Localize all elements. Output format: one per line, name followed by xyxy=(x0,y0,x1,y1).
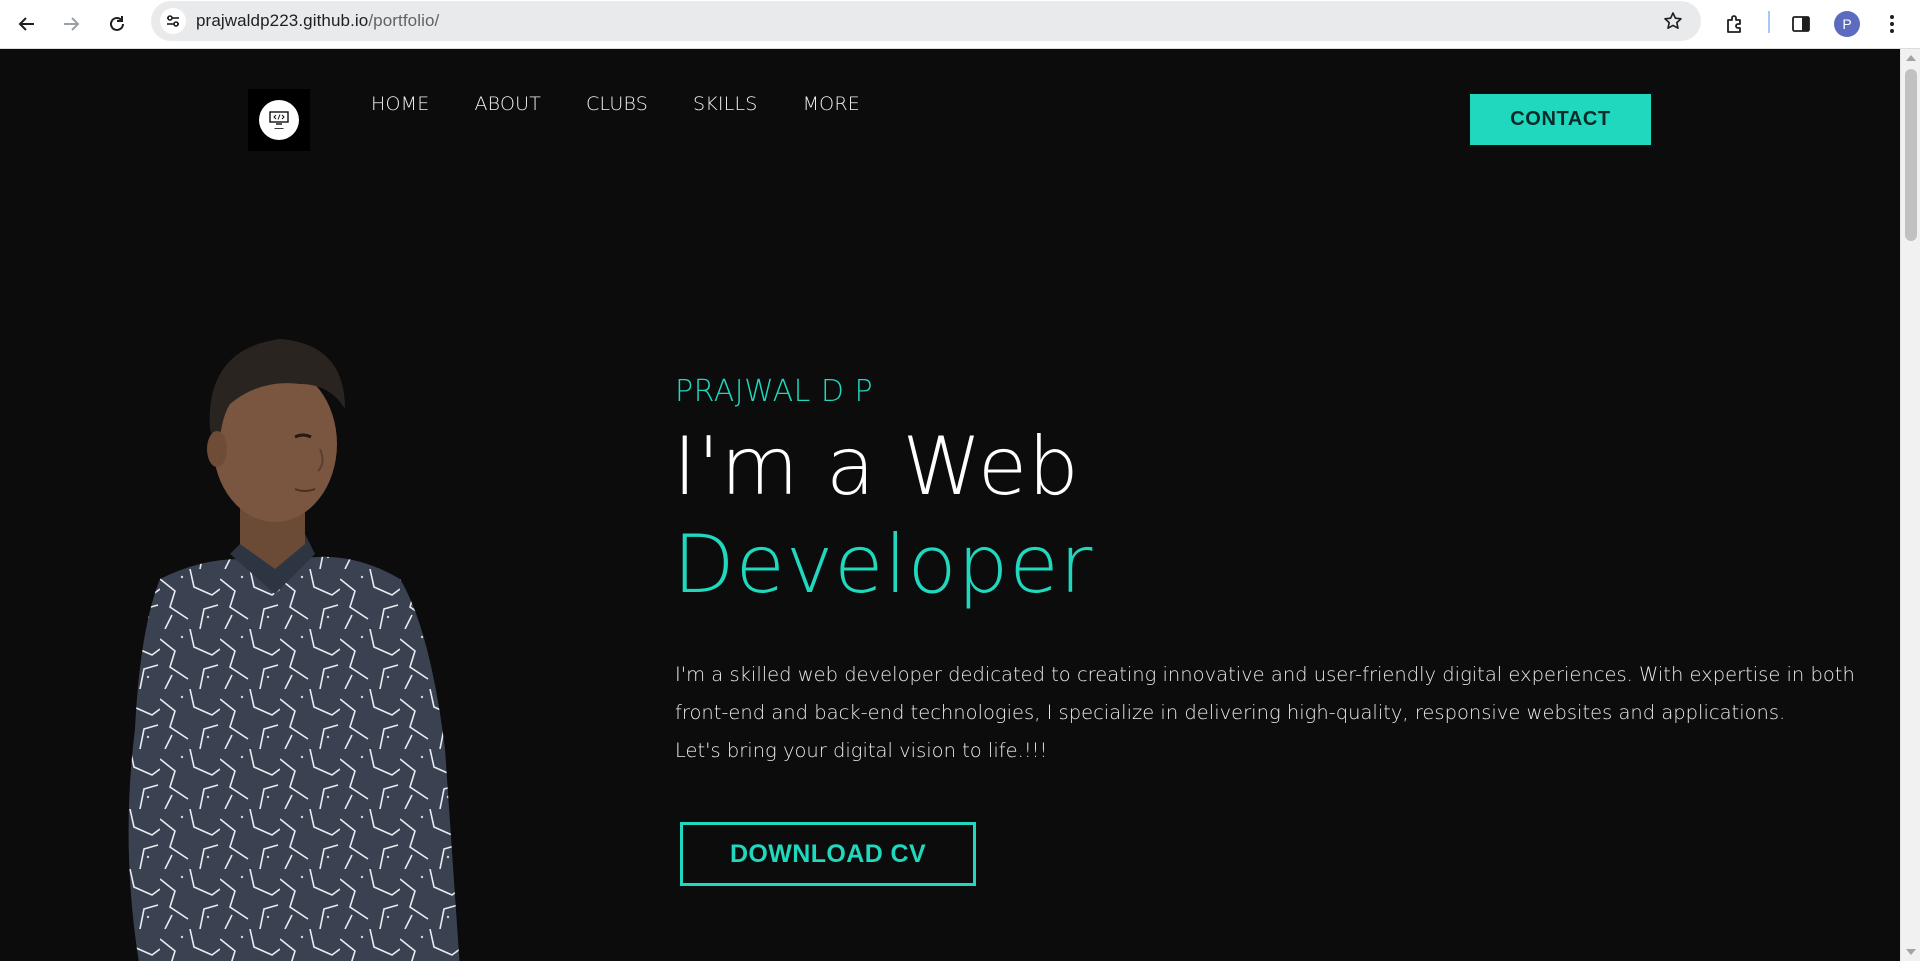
contact-button[interactable]: CONTACT xyxy=(1470,94,1651,145)
extensions-icon xyxy=(1727,15,1741,33)
back-button[interactable] xyxy=(9,6,45,42)
forward-arrow-icon xyxy=(64,17,80,31)
reload-icon xyxy=(110,16,124,31)
hero-bio: I'm a skilled web developer dedicated to… xyxy=(675,656,1875,770)
browser-toolbar: prajwaldp223.github.io/portfolio/ P xyxy=(0,0,1920,49)
download-cv-button[interactable]: DOWNLOAD CV xyxy=(680,822,976,886)
nav-skills[interactable]: SKILLS xyxy=(693,93,758,115)
hero-name: PRAJWAL D P xyxy=(675,374,874,409)
nav-home[interactable]: HOME xyxy=(371,93,429,115)
side-panel-button[interactable] xyxy=(1785,8,1817,40)
nav-more[interactable]: MORE xyxy=(803,93,860,115)
portfolio-page: ▬▬▬ HOME ABOUT CLUBS SKILLS MORE CONTACT xyxy=(0,49,1900,961)
more-vert-icon xyxy=(1890,15,1894,33)
back-arrow-icon xyxy=(18,17,34,31)
nav-about[interactable]: ABOUT xyxy=(474,93,541,115)
side-panel-icon xyxy=(1792,16,1810,32)
hero-role: Developer xyxy=(673,518,1094,611)
avatar: P xyxy=(1834,11,1860,37)
scroll-up-icon[interactable] xyxy=(1906,55,1916,61)
bookmark-button[interactable] xyxy=(1661,9,1685,33)
bookmark-star-icon xyxy=(1664,12,1682,29)
url-path: /portfolio/ xyxy=(368,11,440,30)
reload-button[interactable] xyxy=(99,6,135,42)
page-scrollbar[interactable] xyxy=(1900,49,1920,961)
extensions-button[interactable] xyxy=(1719,8,1751,40)
url-text[interactable]: prajwaldp223.github.io/portfolio/ xyxy=(196,11,439,31)
address-bar[interactable]: prajwaldp223.github.io/portfolio/ xyxy=(151,1,1701,41)
site-settings-icon xyxy=(167,15,179,27)
profile-photo xyxy=(128,339,460,961)
bio-line: Let's bring your digital vision to life.… xyxy=(675,739,1048,762)
forward-button[interactable] xyxy=(53,6,89,42)
scrollbar-thumb[interactable] xyxy=(1905,69,1917,241)
main-nav: HOME ABOUT CLUBS SKILLS MORE xyxy=(371,93,860,115)
menu-button[interactable] xyxy=(1876,8,1908,40)
hero-headline: I'm a Web xyxy=(673,420,1080,513)
scroll-down-icon[interactable] xyxy=(1906,949,1916,955)
url-host: prajwaldp223.github.io xyxy=(196,11,369,30)
code-monitor-icon xyxy=(269,110,289,125)
profile-button[interactable]: P xyxy=(1831,8,1863,40)
toolbar-separator xyxy=(1768,11,1770,33)
hero-section: PRAJWAL D P I'm a Web Developer I'm a sk… xyxy=(673,374,1855,762)
site-settings-button[interactable] xyxy=(160,8,186,34)
bio-line: I'm a skilled web developer dedicated to… xyxy=(675,663,1855,686)
bio-line: front-end and back-end technologies, I s… xyxy=(675,701,1786,724)
logo-badge: ▬▬▬ xyxy=(259,100,299,140)
logo-dots: ▬▬▬ xyxy=(274,125,284,130)
site-logo[interactable]: ▬▬▬ xyxy=(248,89,310,151)
nav-clubs[interactable]: CLUBS xyxy=(586,93,648,115)
